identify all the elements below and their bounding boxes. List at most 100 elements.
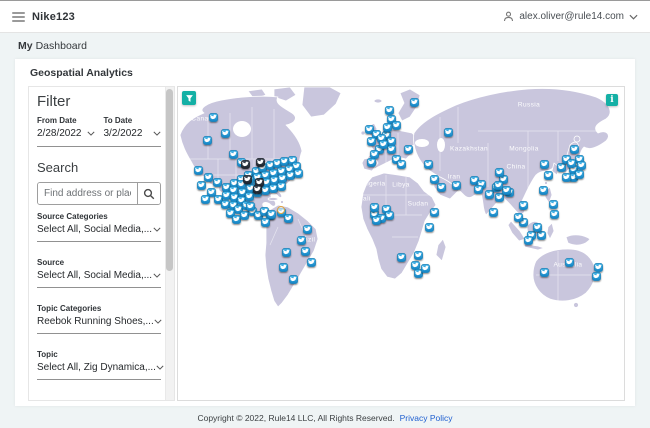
map-marker-twitter[interactable] [523, 235, 533, 245]
map-marker-twitter[interactable] [281, 247, 291, 257]
map-marker-twitter[interactable] [564, 257, 574, 267]
map-marker-twitter[interactable] [424, 222, 434, 232]
map-marker-twitter[interactable] [302, 224, 312, 234]
map-marker-twitter[interactable] [396, 159, 406, 169]
map-marker-twitter[interactable] [593, 262, 603, 272]
map-marker-twitter[interactable] [548, 199, 558, 209]
map-marker-ring[interactable] [277, 206, 285, 214]
map-marker-twitter[interactable] [574, 169, 584, 179]
filter-dropdown[interactable]: Source Categories Select All, Social Medi… [37, 205, 161, 242]
map-marker-twitter[interactable] [488, 207, 498, 217]
map-marker-twitter[interactable] [539, 267, 549, 277]
map-marker-twitter[interactable] [569, 144, 579, 154]
map-marker-twitter[interactable] [536, 230, 546, 240]
map-marker-twitter[interactable] [591, 271, 601, 281]
geo-map[interactable]: Canada Russia Kazakhstan Mongolia China Iran L… [177, 86, 625, 401]
map-marker-twitter[interactable] [202, 135, 212, 145]
map-marker-twitter[interactable] [518, 200, 528, 210]
map-marker-twitter[interactable] [200, 194, 210, 204]
map-marker-twitter[interactable] [260, 217, 270, 227]
map-marker-twitter[interactable] [278, 262, 288, 272]
map-marker-twitter[interactable] [208, 112, 218, 122]
map-marker-twitter[interactable] [473, 184, 483, 194]
twitter-bird-icon [252, 184, 262, 194]
scrollbar-thumb[interactable] [166, 89, 173, 271]
map-marker-twitter[interactable] [276, 181, 286, 191]
from-date-picker[interactable]: From Date 2/28/2022 [37, 116, 95, 139]
map-marker-twitter[interactable] [513, 212, 523, 222]
map-marker-twitter[interactable] [436, 182, 446, 192]
twitter-bird-icon [523, 235, 533, 245]
map-marker-twitter[interactable] [423, 159, 433, 169]
map-marker-twitter[interactable] [561, 172, 571, 182]
map-marker-twitter[interactable] [296, 235, 306, 245]
map-marker-twitter[interactable] [451, 180, 461, 190]
map-marker-twitter[interactable] [386, 144, 396, 154]
map-marker-twitter[interactable] [576, 160, 586, 170]
map-marker-twitter[interactable] [409, 97, 419, 107]
map-marker-twitter[interactable] [288, 274, 298, 284]
map-marker-twitter[interactable] [371, 215, 381, 225]
map-marker-twitter[interactable] [203, 172, 213, 182]
map-marker-twitter[interactable] [396, 252, 406, 262]
world-map [179, 87, 611, 308]
search-input[interactable] [38, 183, 137, 204]
map-marker-twitter[interactable] [369, 202, 379, 212]
map-marker-twitter[interactable] [420, 263, 430, 273]
privacy-policy-link[interactable]: Privacy Policy [400, 413, 453, 423]
map-marker-twitter[interactable] [532, 222, 542, 232]
filter-dropdown[interactable]: Topic Categories Reebok Running Shoes,... [37, 297, 162, 334]
map-marker-twitter[interactable] [196, 180, 206, 190]
map-marker-twitter[interactable] [245, 201, 255, 211]
menu-icon[interactable] [12, 11, 25, 22]
map-filter-button[interactable] [182, 91, 196, 105]
map-marker-twitter[interactable] [300, 246, 310, 256]
map-marker-twitter[interactable] [242, 174, 252, 184]
twitter-bird-icon [276, 181, 286, 191]
twitter-bird-icon [518, 200, 528, 210]
map-marker-twitter[interactable] [403, 144, 413, 154]
map-marker-twitter[interactable] [538, 185, 548, 195]
map-marker-twitter[interactable] [493, 180, 503, 190]
map-marker-twitter[interactable] [384, 210, 394, 220]
map-info-button[interactable]: i [606, 94, 618, 106]
dropdown-value: Select All, Social Media,... [37, 270, 153, 281]
map-marker-twitter[interactable] [306, 257, 316, 267]
map-marker-twitter[interactable] [539, 159, 549, 169]
map-marker-twitter[interactable] [391, 120, 401, 130]
map-marker-twitter[interactable] [252, 184, 262, 194]
map-marker-twitter[interactable] [413, 250, 423, 260]
twitter-bird-icon [413, 250, 423, 260]
map-marker-twitter[interactable] [543, 170, 553, 180]
map-marker-twitter[interactable] [566, 158, 576, 168]
filter-dropdown[interactable]: Topic Select All, Zig Dynamica,... [37, 343, 164, 380]
map-marker-twitter[interactable] [220, 128, 230, 138]
funnel-icon [185, 94, 193, 102]
map-marker-twitter[interactable] [429, 207, 439, 217]
map-marker-twitter[interactable] [501, 185, 511, 195]
map-marker-twitter[interactable] [283, 213, 293, 223]
user-menu[interactable]: alex.oliver@rule14.com [503, 11, 638, 22]
map-marker-twitter[interactable] [255, 157, 265, 167]
map-marker-twitter[interactable] [494, 167, 504, 177]
twitter-bird-icon [564, 257, 574, 267]
map-marker-twitter[interactable] [212, 177, 222, 187]
twitter-bird-icon [574, 169, 584, 179]
chevron-down-icon [629, 14, 638, 20]
map-marker-twitter[interactable] [384, 105, 394, 115]
map-marker-twitter[interactable] [240, 159, 250, 169]
map-marker-twitter[interactable] [549, 209, 559, 219]
twitter-bird-icon [429, 207, 439, 217]
search-button[interactable] [137, 183, 160, 204]
map-marker-twitter[interactable] [378, 139, 388, 149]
map-marker-twitter[interactable] [443, 127, 453, 137]
twitter-bird-icon [300, 246, 310, 256]
map-marker-twitter[interactable] [556, 162, 566, 172]
map-marker-twitter[interactable] [366, 157, 376, 167]
map-marker-twitter[interactable] [193, 165, 203, 175]
map-marker-twitter[interactable] [293, 168, 303, 178]
to-date-picker[interactable]: To Date 3/2/2022 [104, 116, 162, 139]
map-marker-twitter[interactable] [382, 122, 392, 132]
filter-dropdown[interactable]: Source Select All, Social Media,... [37, 251, 161, 288]
panel-scrollbar[interactable] [165, 87, 174, 400]
